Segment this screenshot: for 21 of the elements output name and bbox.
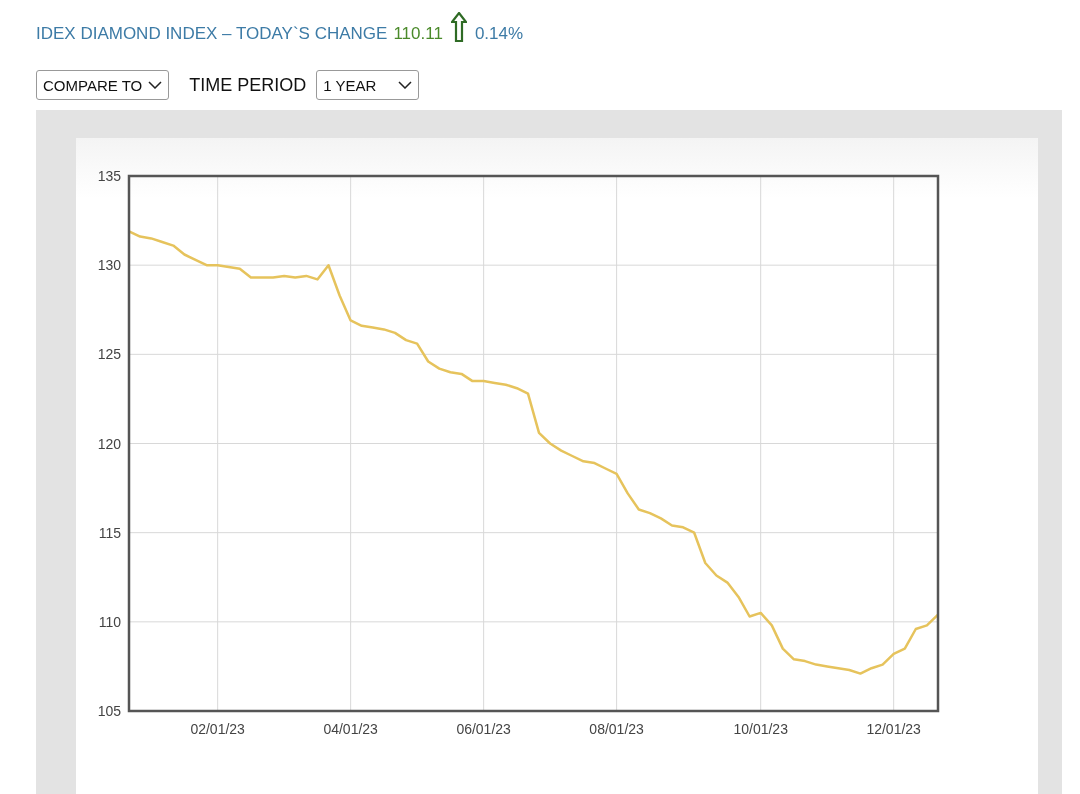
axis-tick-label: 04/01/23 <box>323 721 378 737</box>
axis-tick-label: 10/01/23 <box>733 721 788 737</box>
axis-tick-label: 135 <box>97 168 121 184</box>
index-title: IDEX DIAMOND INDEX – TODAY`S CHANGE <box>36 24 388 44</box>
time-period-label: TIME PERIOD <box>189 74 307 96</box>
axis-tick-label: 02/01/23 <box>190 721 245 737</box>
axis-tick-label: 110 <box>98 613 121 630</box>
time-period-dropdown[interactable]: 1 YEAR <box>316 70 420 100</box>
change-value: 110.11 <box>393 24 443 44</box>
chevron-icon <box>398 81 413 89</box>
axis-tick-label: 125 <box>97 346 121 363</box>
axis-tick-label: 06/01/23 <box>456 721 511 737</box>
axis-tick-label: 105 <box>97 703 121 719</box>
compare-dropdown[interactable]: COMPARE TO <box>36 70 170 100</box>
axis-tick-label: 120 <box>97 435 121 452</box>
chevron-icon <box>148 81 163 89</box>
axis-tick-label: 12/01/23 <box>866 721 921 737</box>
axis-tick-label: 115 <box>98 524 121 541</box>
axis-tick-label: 08/01/23 <box>589 721 644 737</box>
change-percent: 0.14% <box>474 24 524 44</box>
axis-tick-label: 130 <box>97 257 121 274</box>
